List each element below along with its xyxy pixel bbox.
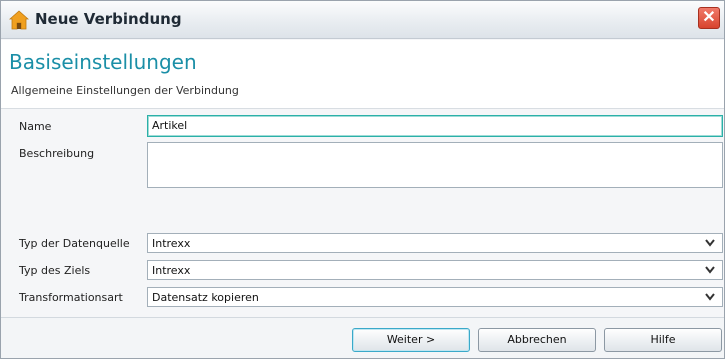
- chevron-down-icon[interactable]: [704, 238, 716, 248]
- description-label: Beschreibung: [19, 147, 95, 160]
- help-button[interactable]: Hilfe: [604, 328, 722, 352]
- transform-type-select[interactable]: Datensatz kopieren: [147, 287, 723, 307]
- button-bar: Weiter > Abbrechen Hilfe: [1, 317, 724, 358]
- title-bar[interactable]: Neue Verbindung ✕: [1, 1, 724, 39]
- chevron-down-icon[interactable]: [704, 292, 716, 302]
- close-icon: ✕: [702, 9, 716, 26]
- window-title: Neue Verbindung: [35, 10, 182, 28]
- source-type-label: Typ der Datenquelle: [19, 237, 130, 250]
- target-type-select[interactable]: Intrexx: [147, 260, 723, 280]
- name-label: Name: [19, 120, 52, 133]
- cancel-button[interactable]: Abbrechen: [478, 328, 596, 352]
- chevron-down-icon[interactable]: [704, 265, 716, 275]
- close-button[interactable]: ✕: [698, 7, 720, 29]
- transform-type-value: Datensatz kopieren: [152, 291, 259, 304]
- target-type-value: Intrexx: [152, 264, 191, 277]
- target-type-label: Typ des Ziels: [19, 264, 91, 277]
- transform-type-label: Transformationsart: [19, 291, 123, 304]
- source-type-select[interactable]: Intrexx: [147, 233, 723, 253]
- home-icon: [9, 10, 29, 30]
- description-textarea[interactable]: [147, 142, 723, 188]
- section-header: Basiseinstellungen Allgemeine Einstellun…: [1, 40, 724, 109]
- section-subtitle: Allgemeine Einstellungen der Verbindung: [11, 84, 239, 97]
- next-button[interactable]: Weiter >: [352, 328, 470, 352]
- name-input[interactable]: Artikel: [147, 115, 723, 137]
- source-type-value: Intrexx: [152, 237, 191, 250]
- section-title: Basiseinstellungen: [9, 50, 197, 74]
- dialog-window: Neue Verbindung ✕ Basiseinstellungen All…: [0, 0, 725, 359]
